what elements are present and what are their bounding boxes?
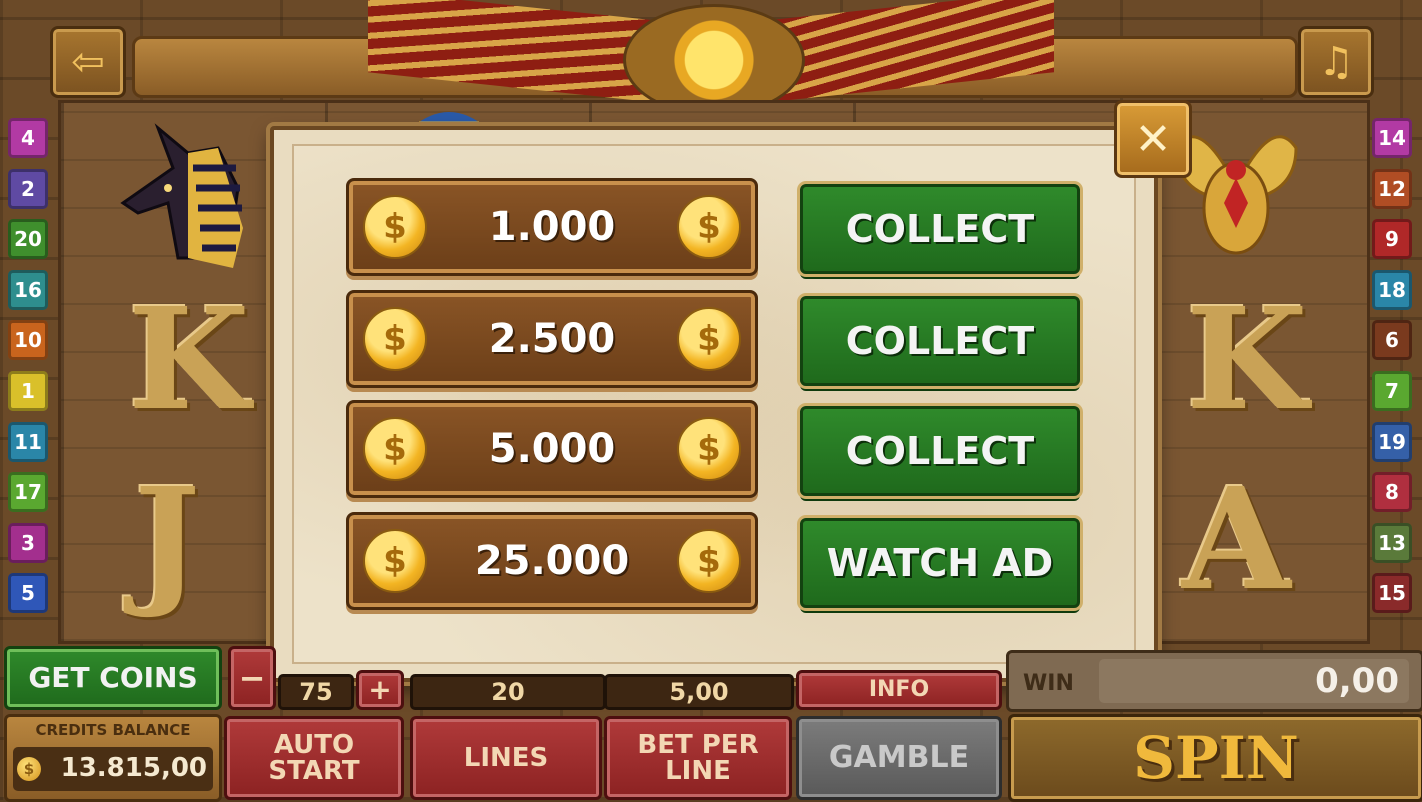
win-value: 0,00: [1099, 659, 1409, 703]
line-badge: 1: [8, 371, 48, 411]
bet-minus-button[interactable]: −: [228, 646, 276, 710]
offer-amount-plank: $ 1.000 $: [346, 178, 758, 276]
line-badge: 15: [1372, 573, 1412, 614]
line-badge: 16: [8, 269, 48, 310]
close-popup-button[interactable]: ✕: [1114, 100, 1192, 178]
collect-button-2[interactable]: COLLECT: [800, 296, 1080, 386]
line-badge: 9: [1372, 219, 1412, 260]
line-badge: 4: [8, 118, 48, 158]
get-coins-button[interactable]: GET COINS: [4, 646, 222, 710]
bet-value: 75: [278, 674, 354, 710]
win-label: WIN: [1023, 671, 1074, 696]
line-badge: 17: [8, 472, 48, 513]
line-badge: 6: [1372, 320, 1412, 361]
coin-icon: $: [363, 195, 427, 259]
coin-icon: $: [677, 529, 741, 593]
bet-per-line-value: 5,00: [604, 674, 794, 710]
line-badge: 19: [1372, 421, 1412, 462]
line-badge: 8: [1372, 472, 1412, 513]
gamble-button[interactable]: GAMBLE: [796, 716, 1002, 800]
line-badge: 12: [1372, 168, 1412, 209]
offer-amount: 1.000: [488, 204, 616, 250]
coin-icon: $: [677, 307, 741, 371]
info-button[interactable]: INFO: [796, 670, 1002, 710]
symbol-j-left: J: [134, 458, 201, 622]
back-arrow-icon: ⇦: [71, 39, 105, 85]
music-button[interactable]: ♫: [1298, 26, 1374, 98]
line-badge: 2: [8, 168, 48, 209]
line-badge: 18: [1372, 269, 1412, 310]
coin-icon: $: [363, 529, 427, 593]
win-panel: WIN 0,00: [1006, 650, 1422, 712]
anubis-icon: [118, 108, 248, 273]
bet-per-line-button[interactable]: BET PER LINE: [604, 716, 792, 800]
credits-label: CREDITS BALANCE: [35, 721, 191, 739]
auto-start-button[interactable]: AUTO START: [224, 716, 404, 800]
bet-plus-button[interactable]: +: [356, 670, 404, 710]
line-badge: 20: [8, 219, 48, 260]
coin-icon: $: [677, 195, 741, 259]
credits-coin-icon: $: [17, 757, 41, 781]
coin-icon: $: [363, 417, 427, 481]
credits-value: 13.815,00: [60, 753, 207, 783]
line-badge: 5: [8, 573, 48, 614]
spin-button[interactable]: SPIN: [1008, 714, 1422, 802]
line-badge: 7: [1372, 371, 1412, 411]
coin-icon: $: [677, 417, 741, 481]
lines-value: 20: [410, 674, 606, 710]
offer-amount-plank: $ 5.000 $: [346, 400, 758, 498]
watch-ad-button[interactable]: WATCH AD: [800, 518, 1080, 608]
back-button[interactable]: ⇦: [50, 26, 126, 98]
music-note-icon: ♫: [1318, 39, 1354, 85]
line-badge: 3: [8, 522, 48, 563]
line-badge: 14: [1372, 118, 1412, 158]
close-icon: ✕: [1134, 113, 1172, 165]
line-badge: 13: [1372, 522, 1412, 563]
line-badge: 11: [8, 421, 48, 462]
offer-amount: 25.000: [474, 538, 630, 584]
symbol-a-right: A: [1182, 458, 1291, 622]
offer-amount: 5.000: [488, 426, 616, 472]
offer-amount-plank: $ 2.500 $: [346, 290, 758, 388]
collect-button-1[interactable]: COLLECT: [800, 184, 1080, 274]
lines-button[interactable]: LINES: [410, 716, 602, 800]
symbol-k-left: K: [128, 278, 250, 442]
credits-panel: CREDITS BALANCE $ 13.815,00: [4, 714, 222, 802]
coin-icon: $: [363, 307, 427, 371]
line-badge: 10: [8, 320, 48, 361]
symbol-k-right: K: [1186, 278, 1308, 442]
collect-button-3[interactable]: COLLECT: [800, 406, 1080, 496]
credits-value-box: $ 13.815,00: [13, 747, 213, 791]
offer-amount-plank: $ 25.000 $: [346, 512, 758, 610]
offer-amount: 2.500: [488, 316, 616, 362]
